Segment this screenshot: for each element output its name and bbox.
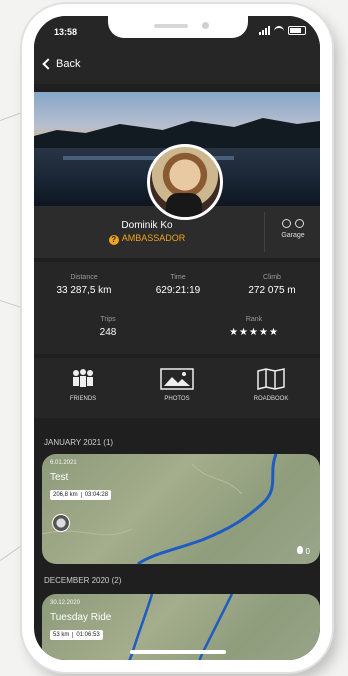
section-header: JANUARY 2021 (1) [44, 438, 114, 447]
trip-avatar [52, 514, 70, 532]
stats-panel: Distance 33 287,5 km Time 629:21:19 Clim… [34, 262, 320, 354]
profile-header: Dominik Ko ? AMBASSADOR Garage [34, 144, 320, 258]
photos-label: PHOTOS [164, 396, 190, 402]
rank-stars: ★★★★★ [229, 327, 279, 338]
flame-icon [296, 546, 303, 554]
wifi-icon [274, 26, 284, 35]
battery-icon [288, 26, 306, 35]
roadbook-icon [257, 368, 285, 390]
phone-frame: 13:58 Back Dominik Ko ? AMBASSADOR Garag… [22, 4, 332, 672]
stat-climb: Climb 272 075 m [248, 274, 296, 296]
roadbook-button[interactable]: ROADBOOK [226, 368, 316, 402]
trip-title: Tuesday Ride [50, 612, 112, 623]
home-indicator [130, 650, 226, 654]
section-header: DECEMBER 2020 (2) [44, 576, 122, 585]
status-time: 13:58 [54, 27, 78, 37]
friends-icon [73, 369, 93, 387]
chevron-left-icon [42, 58, 54, 70]
route-map [42, 454, 278, 564]
trip-distance: 206,8 km [53, 492, 78, 498]
trip-meta: 53 km 01:06:53 [50, 630, 103, 640]
app-screen: 13:58 Back Dominik Ko ? AMBASSADOR Garag… [34, 16, 320, 660]
trip-likes[interactable]: 0 [296, 546, 310, 556]
trip-date: 6.01.2021 [50, 460, 77, 466]
friends-label: FRIENDS [69, 396, 97, 402]
stat-distance: Distance 33 287,5 km [56, 274, 112, 296]
garage-label: Garage [281, 232, 305, 239]
back-label: Back [56, 58, 81, 70]
profile-name: Dominik Ko [121, 220, 173, 231]
stat-time: Time 629:21:19 [155, 274, 201, 296]
trip-title: Test [50, 472, 69, 483]
trip-meta: 206,8 km 03:04:28 [50, 490, 112, 500]
phone-notch [108, 16, 248, 38]
motorcycle-icon [282, 216, 304, 228]
garage-button[interactable]: Garage [266, 216, 320, 239]
friends-button[interactable]: FRIENDS [38, 368, 128, 402]
trip-distance: 53 km [53, 632, 70, 638]
trip-date: 30.12.2020 [50, 600, 81, 606]
stat-trips: Trips 248 [99, 316, 117, 338]
trip-duration: 03:04:28 [84, 492, 109, 498]
question-icon: ? [108, 235, 119, 245]
avatar[interactable] [147, 144, 223, 220]
badge-label: AMBASSADOR [121, 233, 186, 243]
stat-rank: Rank ★★★★★ [194, 316, 314, 338]
photos-icon [160, 368, 194, 390]
back-button[interactable]: Back [42, 58, 81, 70]
ambassador-badge: ? AMBASSADOR [34, 233, 260, 245]
nav-bar: Back [34, 44, 320, 84]
trip-duration: 01:06:53 [76, 632, 100, 638]
signal-icon [259, 26, 270, 35]
action-bar: FRIENDS PHOTOS ROADBOOK [34, 358, 320, 418]
trip-card[interactable]: 6.01.2021 Test 206,8 km 03:04:28 0 [42, 454, 320, 564]
divider [264, 212, 265, 252]
roadbook-label: ROADBOOK [253, 396, 289, 402]
photos-button[interactable]: PHOTOS [132, 368, 222, 402]
